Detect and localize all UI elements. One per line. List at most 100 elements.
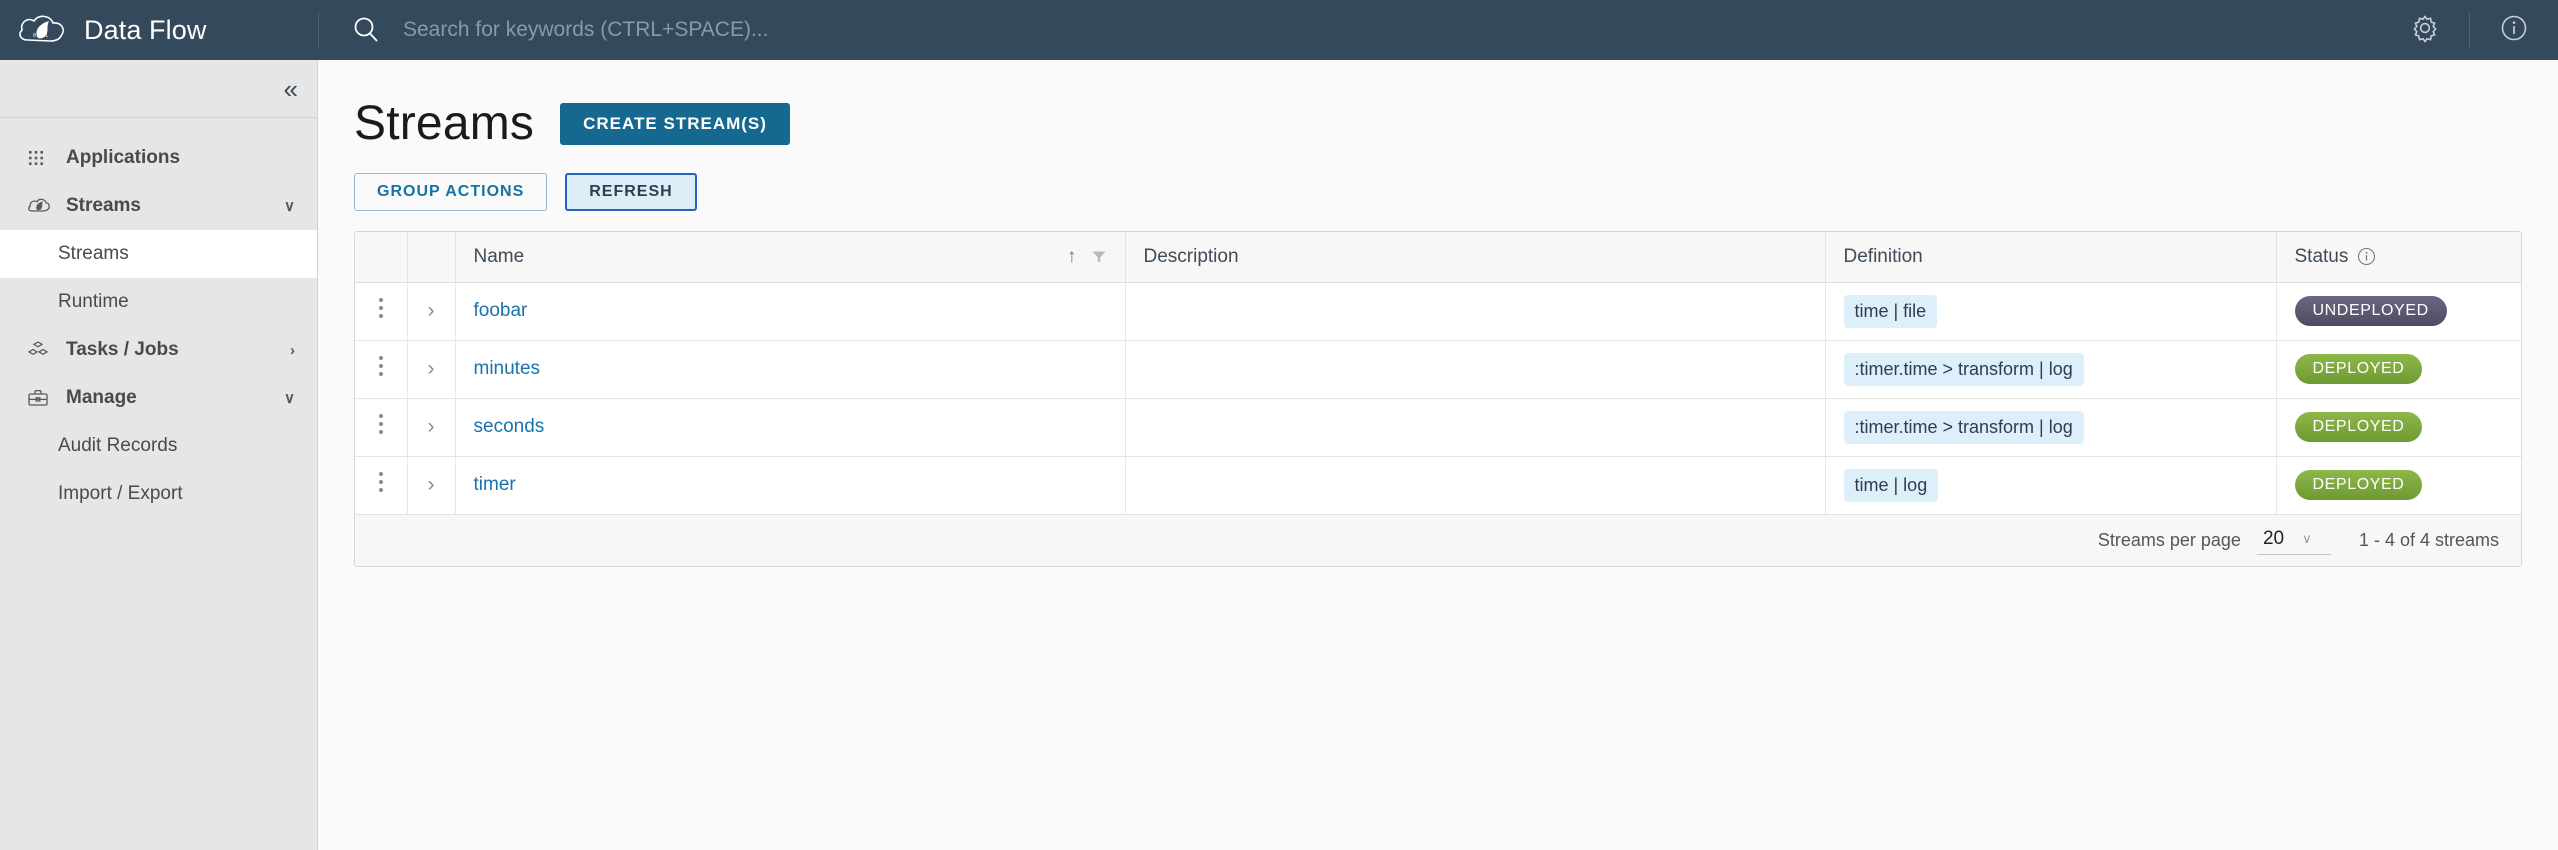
chevron-right-icon[interactable]: ›: [428, 357, 435, 380]
table-foot: Streams per page 20 ∨ 1 - 4 of 4 streams: [355, 513, 2521, 566]
pagination: Streams per page 20 ∨ 1 - 4 of 4 streams: [377, 526, 2499, 555]
info-circle-icon[interactable]: [2357, 247, 2376, 266]
row-name-cell: seconds: [455, 398, 1126, 457]
row-name-cell: foobar: [455, 282, 1126, 341]
sidebar-subitem-streams[interactable]: Streams: [0, 230, 317, 278]
row-description-cell: [1125, 398, 1826, 457]
brand: 01011 Data Flow: [0, 0, 318, 60]
th-name-label: Name: [473, 245, 525, 267]
topbar-actions: [2381, 0, 2558, 60]
status-badge: UNDEPLOYED: [2294, 296, 2447, 326]
pagination-range: 1 - 4 of 4 streams: [2358, 529, 2499, 550]
app-title: Data Flow: [84, 14, 207, 45]
per-page-select[interactable]: 20 ∨: [2256, 526, 2331, 555]
th-expand: [407, 232, 456, 283]
sidebar-subitem-import-export[interactable]: Import / Export: [0, 470, 317, 518]
cloud-streams-icon: [26, 195, 52, 217]
row-status-cell: DEPLOYED: [2276, 456, 2521, 515]
pagination-cell: Streams per page 20 ∨ 1 - 4 of 4 streams: [355, 513, 2521, 566]
table-row[interactable]: › minutes :timer.time > transform | log …: [355, 340, 2521, 399]
grid-apps-icon: [26, 147, 52, 169]
stream-name-link[interactable]: minutes: [474, 358, 541, 379]
sidebar-item-label: Tasks / Jobs: [66, 339, 179, 360]
tasks-jobs-icon: [26, 339, 52, 361]
settings-button[interactable]: [2381, 0, 2469, 60]
app-shell: « Applications Streams ∨ Streams Runtime…: [0, 60, 2558, 850]
row-description-cell: [1125, 456, 1826, 515]
th-definition: Definition: [1825, 232, 2277, 283]
table-row[interactable]: › foobar time | file UNDEPLOYED: [355, 282, 2521, 341]
sidebar-subitem-audit-records[interactable]: Audit Records: [0, 422, 317, 470]
stream-name-link[interactable]: timer: [474, 474, 516, 495]
group-actions-button[interactable]: GROUP ACTIONS: [354, 173, 548, 211]
briefcase-icon: [26, 387, 52, 409]
row-actions-cell: [355, 282, 408, 341]
stream-name-link[interactable]: foobar: [474, 300, 528, 321]
about-button[interactable]: [2470, 0, 2558, 60]
stream-definition: :timer.time > transform | log: [1843, 410, 2084, 444]
stream-definition: time | log: [1843, 468, 1939, 502]
th-name: Name ↑: [455, 232, 1126, 283]
search-input[interactable]: [403, 18, 2381, 42]
create-streams-button[interactable]: CREATE STREAM(S): [560, 102, 790, 145]
th-actions: [355, 232, 408, 283]
chevron-down-icon: ∨: [284, 197, 295, 215]
table-row[interactable]: › timer time | log DEPLOYED: [355, 456, 2521, 515]
row-menu-icon[interactable]: [369, 346, 393, 386]
sidebar-item-applications[interactable]: Applications: [0, 134, 317, 182]
row-menu-icon[interactable]: [369, 462, 393, 502]
sidebar-subitem-label: Audit Records: [58, 435, 178, 456]
chevron-down-icon: ∨: [284, 389, 295, 407]
row-description-cell: [1125, 282, 1826, 341]
sidebar-item-label: Manage: [66, 387, 137, 408]
chevron-right-icon: ›: [290, 341, 295, 359]
sidebar-item-streams[interactable]: Streams ∨: [0, 182, 317, 230]
row-expand-cell: ›: [407, 456, 456, 515]
chevron-right-icon[interactable]: ›: [428, 415, 435, 438]
sort-ascending-icon[interactable]: ↑: [1067, 247, 1077, 266]
sidebar-subitem-label: Import / Export: [58, 483, 183, 504]
row-description-cell: [1125, 340, 1826, 399]
sidebar: « Applications Streams ∨ Streams Runtime…: [0, 60, 318, 850]
page-header: Streams CREATE STREAM(S): [354, 96, 2522, 151]
funnel-filter-icon[interactable]: [1091, 249, 1107, 265]
row-menu-icon[interactable]: [369, 288, 393, 328]
sidebar-nav: Applications Streams ∨ Streams Runtime T…: [0, 118, 317, 518]
row-menu-icon[interactable]: [369, 404, 393, 444]
row-actions-cell: [355, 340, 408, 399]
top-bar: 01011 Data Flow: [0, 0, 2558, 60]
row-status-cell: UNDEPLOYED: [2276, 282, 2521, 341]
sidebar-item-tasks-jobs[interactable]: Tasks / Jobs ›: [0, 326, 317, 374]
row-actions-cell: [355, 456, 408, 515]
global-search: [319, 0, 2381, 60]
sidebar-item-label: Streams: [66, 195, 141, 216]
row-definition-cell: :timer.time > transform | log: [1825, 398, 2277, 457]
row-name-cell: minutes: [455, 340, 1126, 399]
th-description: Description: [1125, 232, 1826, 283]
sidebar-item-label: Applications: [66, 147, 181, 168]
row-name-cell: timer: [455, 456, 1126, 515]
chevron-right-icon[interactable]: ›: [428, 473, 435, 496]
table-body: › foobar time | file UNDEPLOYED › minute…: [355, 282, 2521, 515]
pagination-row: Streams per page 20 ∨ 1 - 4 of 4 streams: [355, 513, 2521, 566]
row-expand-cell: ›: [407, 398, 456, 457]
sidebar-subitem-runtime[interactable]: Runtime: [0, 278, 317, 326]
page-title: Streams: [354, 97, 535, 150]
table-row[interactable]: › seconds :timer.time > transform | log …: [355, 398, 2521, 457]
th-definition-label: Definition: [1843, 245, 1923, 267]
row-status-cell: DEPLOYED: [2276, 340, 2521, 399]
sidebar-item-manage[interactable]: Manage ∨: [0, 374, 317, 422]
refresh-button[interactable]: REFRESH: [565, 173, 697, 211]
stream-name-link[interactable]: seconds: [474, 416, 545, 437]
th-status-label: Status: [2294, 245, 2349, 267]
per-page-value: 20: [2262, 527, 2285, 549]
per-page-label: Streams per page: [2097, 529, 2241, 550]
gear-icon: [2408, 11, 2442, 50]
stream-definition: :timer.time > transform | log: [1843, 352, 2084, 386]
collapse-sidebar-icon[interactable]: «: [284, 76, 299, 102]
sidebar-collapse-row: «: [0, 60, 317, 118]
main-content: Streams CREATE STREAM(S) GROUP ACTIONS R…: [318, 60, 2558, 850]
row-actions-cell: [355, 398, 408, 457]
spring-cloud-logo-icon: 01011: [16, 10, 70, 50]
chevron-right-icon[interactable]: ›: [428, 299, 435, 322]
